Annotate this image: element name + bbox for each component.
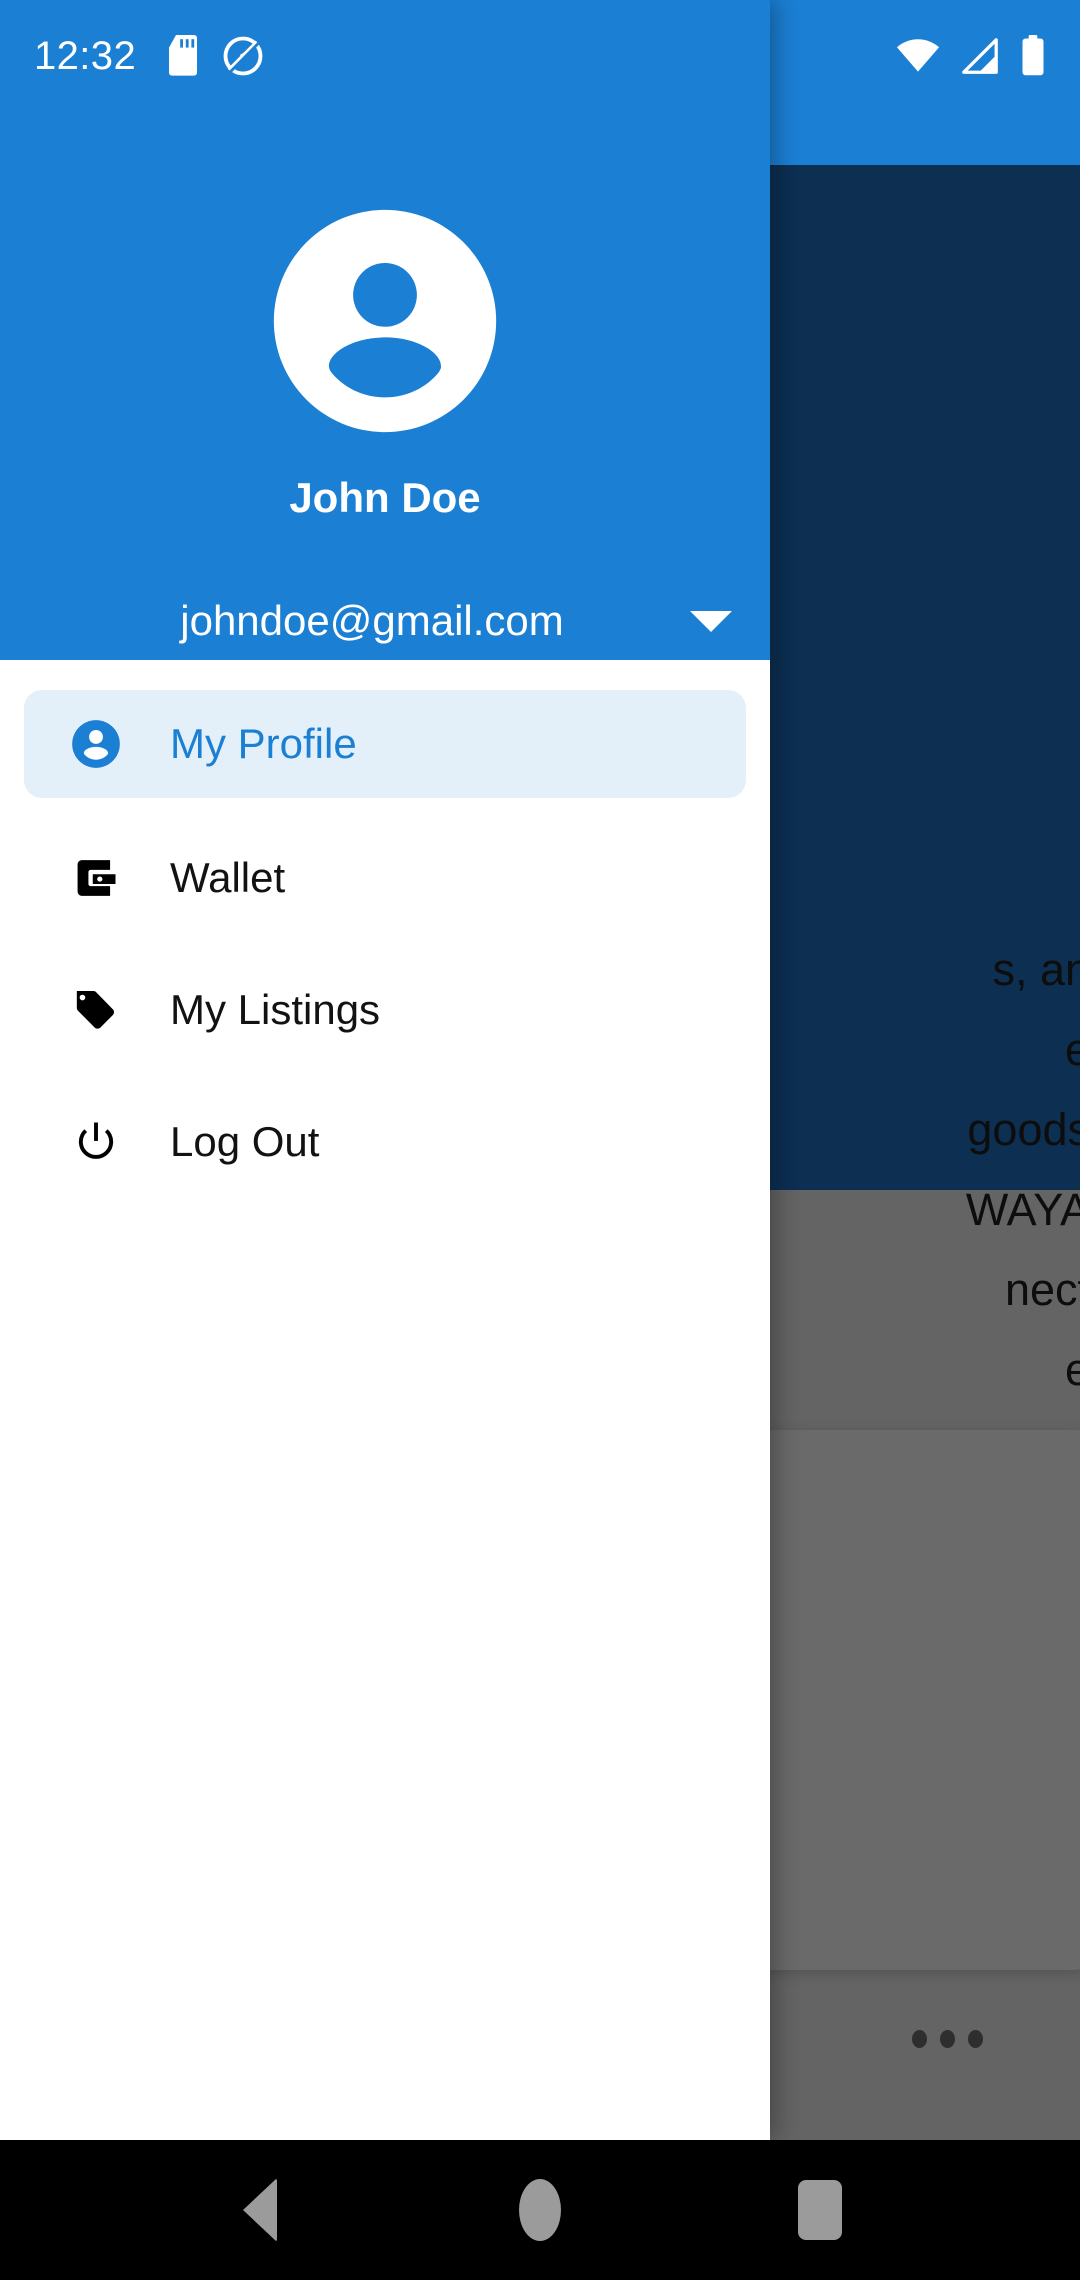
back-triangle-icon: [243, 2178, 277, 2242]
status-bar-left-icons: [166, 35, 264, 77]
account-switcher-row[interactable]: johndoe@gmail.com: [0, 597, 770, 645]
dot-3: [968, 2030, 983, 2048]
sidebar-item-label: Log Out: [170, 1118, 320, 1165]
location-disabled-icon: [223, 36, 263, 76]
home-button[interactable]: [480, 2150, 600, 2270]
caret-down-icon[interactable]: [690, 610, 732, 632]
navigation-drawer: John Doe johndoe@gmail.com My Profile Wa…: [0, 0, 770, 2140]
sidebar-item-label: Wallet: [170, 854, 286, 901]
sidebar-item-label: My Listings: [170, 986, 381, 1033]
user-name: John Doe: [289, 474, 481, 521]
dot-1: [912, 2030, 927, 2048]
account-circle-icon: [273, 209, 497, 433]
wifi-icon: [896, 39, 940, 72]
power-icon: [70, 1116, 122, 1168]
recents-button[interactable]: [760, 2150, 880, 2270]
phone-screen: s, an e goods WAYA nect e of John Doe jo…: [0, 0, 1080, 2280]
drawer-menu-list: My Profile Wallet My Listings Log Out: [0, 660, 770, 2140]
avatar[interactable]: [269, 205, 501, 442]
status-bar: 12:32: [0, 0, 1080, 112]
sidebar-item-my-profile[interactable]: My Profile: [24, 690, 746, 798]
sidebar-item-my-listings[interactable]: My Listings: [24, 956, 746, 1064]
sd-card-icon: [169, 35, 198, 76]
background-overflow-indicator: [912, 2030, 983, 2048]
status-bar-clock: 12:32: [34, 33, 137, 78]
dot-2: [940, 2030, 955, 2048]
price-tag-icon: [70, 984, 122, 1036]
wallet-icon: [70, 852, 122, 904]
sidebar-item-wallet[interactable]: Wallet: [24, 824, 746, 932]
battery-full-icon: [1022, 35, 1044, 76]
recents-square-icon: [798, 2180, 842, 2240]
home-circle-icon: [519, 2179, 561, 2241]
sidebar-item-log-out[interactable]: Log Out: [24, 1088, 746, 1196]
back-button[interactable]: [200, 2150, 320, 2270]
account-circle-icon: [70, 718, 122, 770]
sidebar-item-label: My Profile: [170, 720, 357, 767]
status-bar-right-icons: [896, 35, 1046, 77]
cellular-signal-icon: [962, 38, 998, 74]
user-email: johndoe@gmail.com: [180, 597, 564, 644]
android-navigation-bar: [0, 2140, 1080, 2280]
